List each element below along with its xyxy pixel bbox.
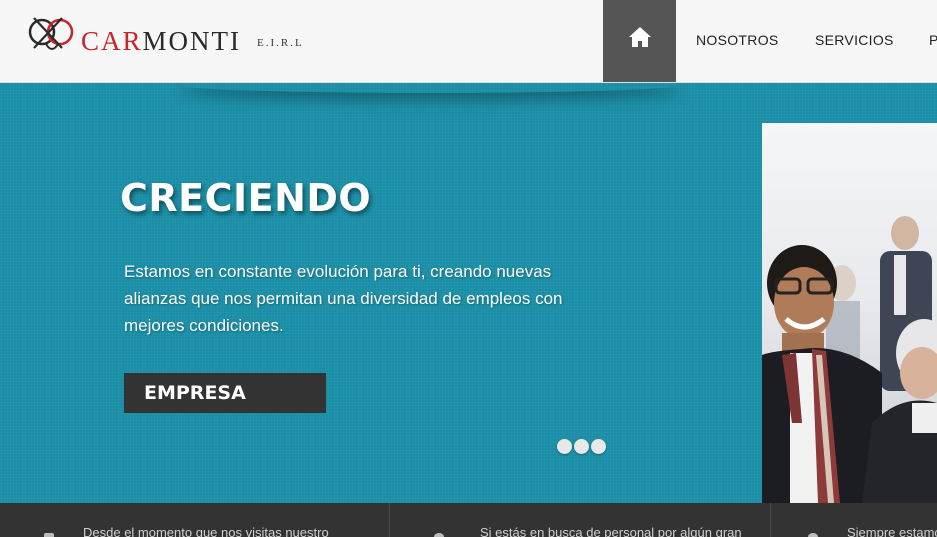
feature-icon xyxy=(44,533,54,537)
brand-name: CARMONTI xyxy=(81,26,241,57)
brand-name-red: CAR xyxy=(81,26,143,56)
nav-item-truncated[interactable]: P xyxy=(929,32,937,48)
feature-text-3: Siempre estamo xyxy=(847,525,937,537)
feature-icon xyxy=(808,533,818,537)
business-people-photo xyxy=(762,216,937,503)
nav-home-button[interactable] xyxy=(603,0,676,82)
slider-pagination xyxy=(557,439,606,454)
site-header: CARMONTI E.I.R.L NOSOTROS SERVICIOS P xyxy=(0,0,937,83)
slider-dot-1[interactable] xyxy=(557,439,572,454)
feature-text-2: Si estás en busca de personal por algún … xyxy=(480,525,742,537)
hero-description: Estamos en constante evolución para ti, … xyxy=(124,262,563,335)
empresa-button[interactable]: EMPRESA xyxy=(124,373,326,413)
brand-suffix: E.I.R.L xyxy=(257,37,304,49)
hero-photo xyxy=(762,123,937,503)
features-strip: Desde el momento que nos visitas nuestro… xyxy=(0,503,937,537)
feature-icon xyxy=(434,533,444,537)
slider-dot-2[interactable] xyxy=(574,439,589,454)
feature-text-1: Desde el momento que nos visitas nuestro xyxy=(83,525,329,537)
home-icon xyxy=(628,26,651,47)
logo[interactable]: CARMONTI E.I.R.L xyxy=(28,14,328,62)
feature-divider xyxy=(770,503,771,537)
header-shadow xyxy=(180,83,680,93)
hero-title: CRECIENDO xyxy=(120,176,372,220)
nav-item-nosotros[interactable]: NOSOTROS xyxy=(696,32,779,48)
slider-dot-3[interactable] xyxy=(591,439,606,454)
cmc-monogram-icon xyxy=(28,17,74,50)
brand-name-dark: MONTI xyxy=(142,26,242,56)
feature-divider xyxy=(389,503,390,537)
nav-item-servicios[interactable]: SERVICIOS xyxy=(815,32,894,48)
hero-slider: CRECIENDO Estamos en constante evolución… xyxy=(0,83,937,503)
